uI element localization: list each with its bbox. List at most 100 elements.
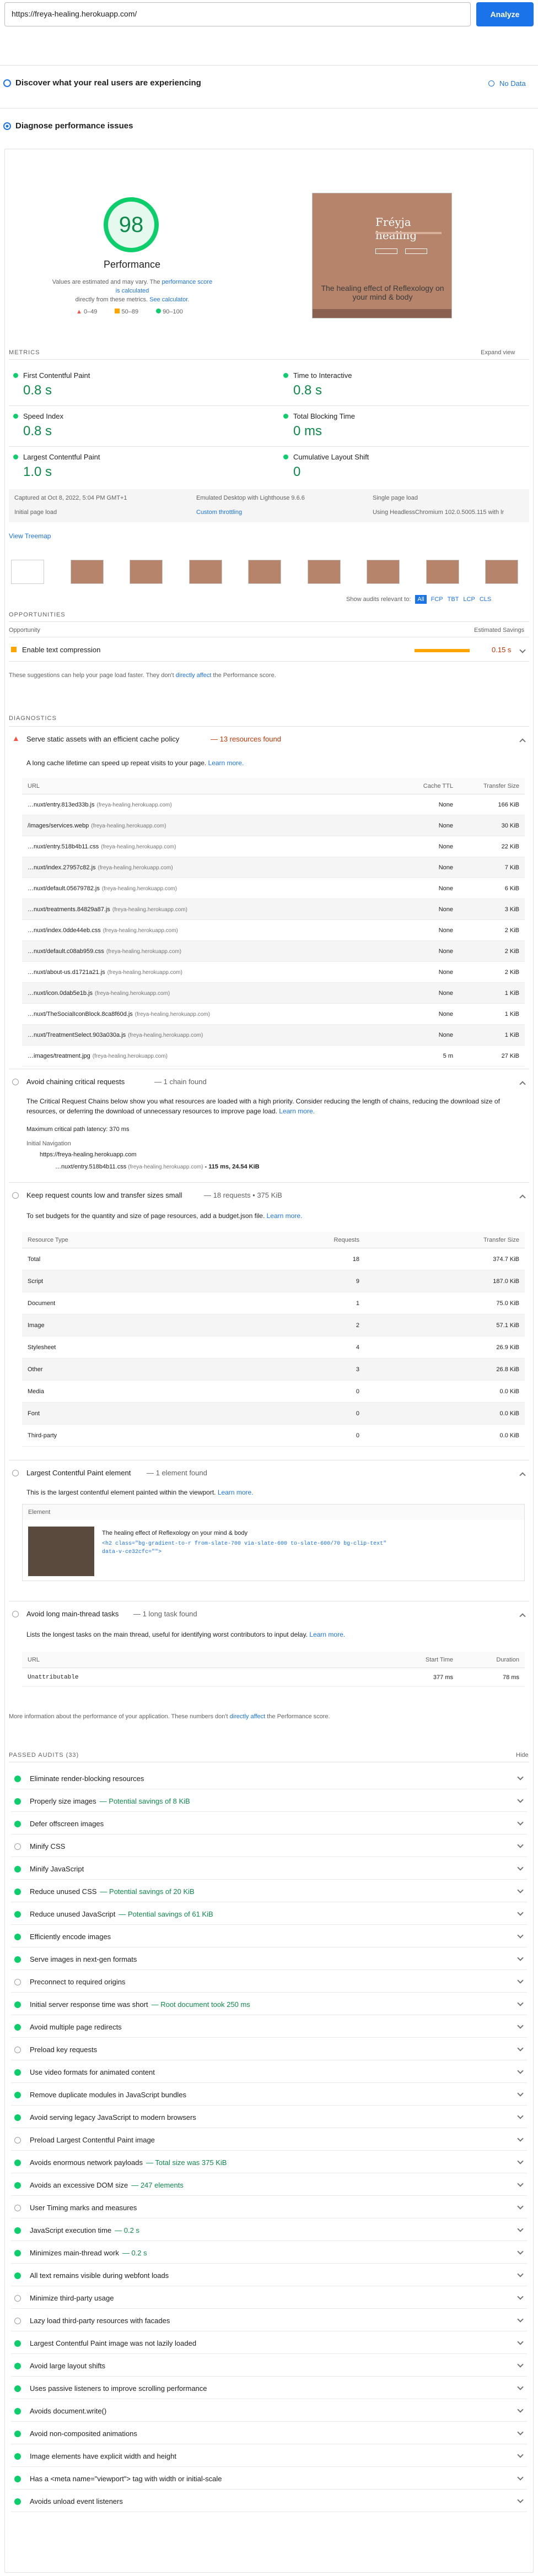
- passed-audit-item[interactable]: Avoids document.write(): [11, 2401, 527, 2422]
- passed-audit-item[interactable]: Defer offscreen images: [11, 1814, 527, 1834]
- resource-url[interactable]: …nuxt/treatments.84829a87.js (freya-heali…: [22, 906, 387, 913]
- chevron-down-icon[interactable]: [517, 2158, 524, 2164]
- passed-audit-item[interactable]: JavaScript execution time — 0.2 s: [11, 2220, 527, 2241]
- passed-audit-item[interactable]: Preload Largest Contentful Paint image: [11, 2130, 527, 2151]
- passed-audit-item[interactable]: Lazy load third-party resources with fac…: [11, 2310, 527, 2331]
- resource-url[interactable]: …nuxt/icon.0dab5e1b.js (freya-healing.her…: [22, 990, 387, 997]
- chevron-down-icon[interactable]: [517, 2429, 524, 2436]
- chevron-down-icon[interactable]: [517, 2339, 524, 2345]
- passed-audit-item[interactable]: Remove duplicate modules in JavaScript b…: [11, 2085, 527, 2106]
- chevron-down-icon[interactable]: [517, 1977, 524, 1984]
- directly-affect-link[interactable]: directly affect: [176, 672, 212, 679]
- chevron-down-icon[interactable]: [517, 1955, 524, 1961]
- chevron-down-icon[interactable]: [517, 2316, 524, 2323]
- resource-url[interactable]: …nuxt/index.0dde44eb.css (freya-healing.h…: [22, 927, 387, 934]
- chevron-down-icon[interactable]: [517, 2497, 524, 2503]
- resource-url[interactable]: /images/services.webp (freya-healing.hero…: [22, 822, 387, 829]
- audit-cache-policy[interactable]: ▲ Serve static assets with an efficient …: [9, 732, 529, 748]
- chevron-down-icon[interactable]: [517, 2180, 524, 2187]
- learn-more-link[interactable]: Learn more.: [309, 1631, 345, 1638]
- chevron-down-icon[interactable]: [517, 2135, 524, 2142]
- filter-all[interactable]: All: [415, 595, 427, 604]
- chevron-up-icon[interactable]: [519, 1472, 526, 1479]
- chevron-down-icon[interactable]: [517, 2000, 524, 2006]
- passed-audit-item[interactable]: Avoid serving legacy JavaScript to moder…: [11, 2107, 527, 2128]
- audit-lcp-element[interactable]: Largest Contentful Paint element — 1 ele…: [9, 1465, 529, 1482]
- chevron-down-icon[interactable]: [517, 2068, 524, 2074]
- filter-lcp[interactable]: LCP: [463, 596, 475, 603]
- chevron-down-icon[interactable]: [517, 2293, 524, 2300]
- passed-audit-item[interactable]: Reduce unused JavaScript — Potential savi…: [11, 1904, 527, 1925]
- passed-audit-item[interactable]: Minify CSS: [11, 1836, 527, 1857]
- passed-audit-item[interactable]: Avoid large layout shifts: [11, 2356, 527, 2377]
- passed-audit-item[interactable]: Minify JavaScript: [11, 1859, 527, 1880]
- chevron-up-icon[interactable]: [519, 1194, 526, 1201]
- resource-url[interactable]: …nuxt/index.27957c82.js (freya-healing.he…: [22, 864, 387, 871]
- resource-url[interactable]: …nuxt/entry.518b4b11.css (freya-healing.h…: [22, 843, 387, 850]
- passed-audit-item[interactable]: Avoid non-composited animations: [11, 2423, 527, 2444]
- chevron-down-icon[interactable]: [517, 1819, 524, 1826]
- chevron-down-icon[interactable]: [519, 647, 526, 653]
- chevron-down-icon[interactable]: [517, 2451, 524, 2458]
- resource-url[interactable]: …nuxt/default.05679782.js (freya-healing.…: [22, 885, 387, 892]
- audit-long-tasks[interactable]: Avoid long main-thread tasks — 1 long ta…: [9, 1606, 529, 1623]
- resource-url[interactable]: …nuxt/TreatmentSelect.903a030a.js (freya-…: [22, 1032, 387, 1038]
- chevron-down-icon[interactable]: [517, 2406, 524, 2413]
- throttling-link[interactable]: Custom throttling: [196, 509, 242, 516]
- learn-more-link[interactable]: Learn more.: [279, 1107, 315, 1115]
- passed-audit-item[interactable]: Largest Contentful Paint image was not l…: [11, 2333, 527, 2354]
- filter-cls[interactable]: CLS: [480, 596, 491, 603]
- analyze-button[interactable]: Analyze: [476, 2, 534, 26]
- chevron-down-icon[interactable]: [517, 2022, 524, 2029]
- chevron-down-icon[interactable]: [517, 2226, 524, 2232]
- passed-audit-item[interactable]: Avoids an excessive DOM size — 247 elemen…: [11, 2175, 527, 2196]
- passed-audit-item[interactable]: Image elements have explicit width and h…: [11, 2446, 527, 2467]
- passed-audit-item[interactable]: Efficiently encode images: [11, 1926, 527, 1947]
- passed-audit-item[interactable]: Use video formats for animated content: [11, 2062, 527, 2083]
- chevron-up-icon[interactable]: [519, 1613, 526, 1620]
- filter-fcp[interactable]: FCP: [431, 596, 443, 603]
- audit-resource-summary[interactable]: Keep request counts low and transfer siz…: [9, 1188, 529, 1204]
- chevron-down-icon[interactable]: [517, 1864, 524, 1871]
- hide-passed-toggle[interactable]: Hide: [516, 1752, 529, 1758]
- passed-audit-item[interactable]: Preload key requests: [11, 2039, 527, 2060]
- learn-more-link[interactable]: Learn more.: [218, 1489, 254, 1496]
- directly-affect-link[interactable]: directly affect: [230, 1713, 266, 1720]
- passed-audit-item[interactable]: Avoid multiple page redirects: [11, 2017, 527, 2038]
- chevron-down-icon[interactable]: [517, 1774, 524, 1781]
- learn-more-link[interactable]: Learn more.: [267, 1212, 303, 1220]
- chevron-down-icon[interactable]: [517, 1887, 524, 1893]
- chevron-down-icon[interactable]: [517, 2271, 524, 2277]
- passed-audit-item[interactable]: Reduce unused CSS — Potential savings of …: [11, 1881, 527, 1902]
- chevron-down-icon[interactable]: [517, 2203, 524, 2210]
- passed-audit-item[interactable]: All text remains visible during webfont …: [11, 2265, 527, 2286]
- learn-more-link[interactable]: Learn more.: [208, 759, 244, 767]
- resource-url[interactable]: …nuxt/default.c08ab959.css (freya-healing…: [22, 948, 387, 955]
- passed-audit-item[interactable]: Uses passive listeners to improve scroll…: [11, 2378, 527, 2399]
- resource-url[interactable]: …nuxt/entry.813ed33b.js (freya-healing.he…: [22, 802, 387, 808]
- chevron-down-icon[interactable]: [517, 1842, 524, 1848]
- url-input[interactable]: https://freya-healing.herokuapp.com/: [4, 2, 471, 26]
- chevron-down-icon[interactable]: [517, 2045, 524, 2052]
- passed-audit-item[interactable]: Avoids enormous network payloads — Total …: [11, 2152, 527, 2173]
- view-treemap-button[interactable]: View Treemap: [9, 532, 51, 540]
- passed-audit-item[interactable]: Avoids unload event listeners: [11, 2491, 527, 2512]
- chevron-down-icon[interactable]: [517, 2474, 524, 2481]
- passed-audit-item[interactable]: Initial server response time was short — …: [11, 1994, 527, 2015]
- chevron-down-icon[interactable]: [517, 1932, 524, 1939]
- opportunity-text-compression[interactable]: Enable text compression 0.15 s: [9, 641, 529, 660]
- passed-audit-item[interactable]: Has a <meta name="viewport"> tag with wi…: [11, 2469, 527, 2490]
- see-calculator-link[interactable]: See calculator.: [149, 296, 189, 303]
- passed-audit-item[interactable]: Eliminate render-blocking resources: [11, 1768, 527, 1789]
- chevron-down-icon[interactable]: [517, 2361, 524, 2368]
- chevron-up-icon[interactable]: [519, 1081, 526, 1087]
- chevron-up-icon[interactable]: [519, 738, 526, 745]
- filter-tbt[interactable]: TBT: [448, 596, 459, 603]
- chevron-down-icon[interactable]: [517, 2090, 524, 2097]
- passed-audit-item[interactable]: Preconnect to required origins: [11, 1972, 527, 1993]
- chevron-down-icon[interactable]: [517, 1796, 524, 1803]
- passed-audit-item[interactable]: Minimizes main-thread work — 0.2 s: [11, 2243, 527, 2264]
- resource-url[interactable]: …nuxt/about-us.d1721a21.js (freya-healing…: [22, 969, 387, 976]
- resource-url[interactable]: …images/treatment.jpg (freya-healing.hero…: [22, 1053, 387, 1059]
- chevron-down-icon[interactable]: [517, 2384, 524, 2390]
